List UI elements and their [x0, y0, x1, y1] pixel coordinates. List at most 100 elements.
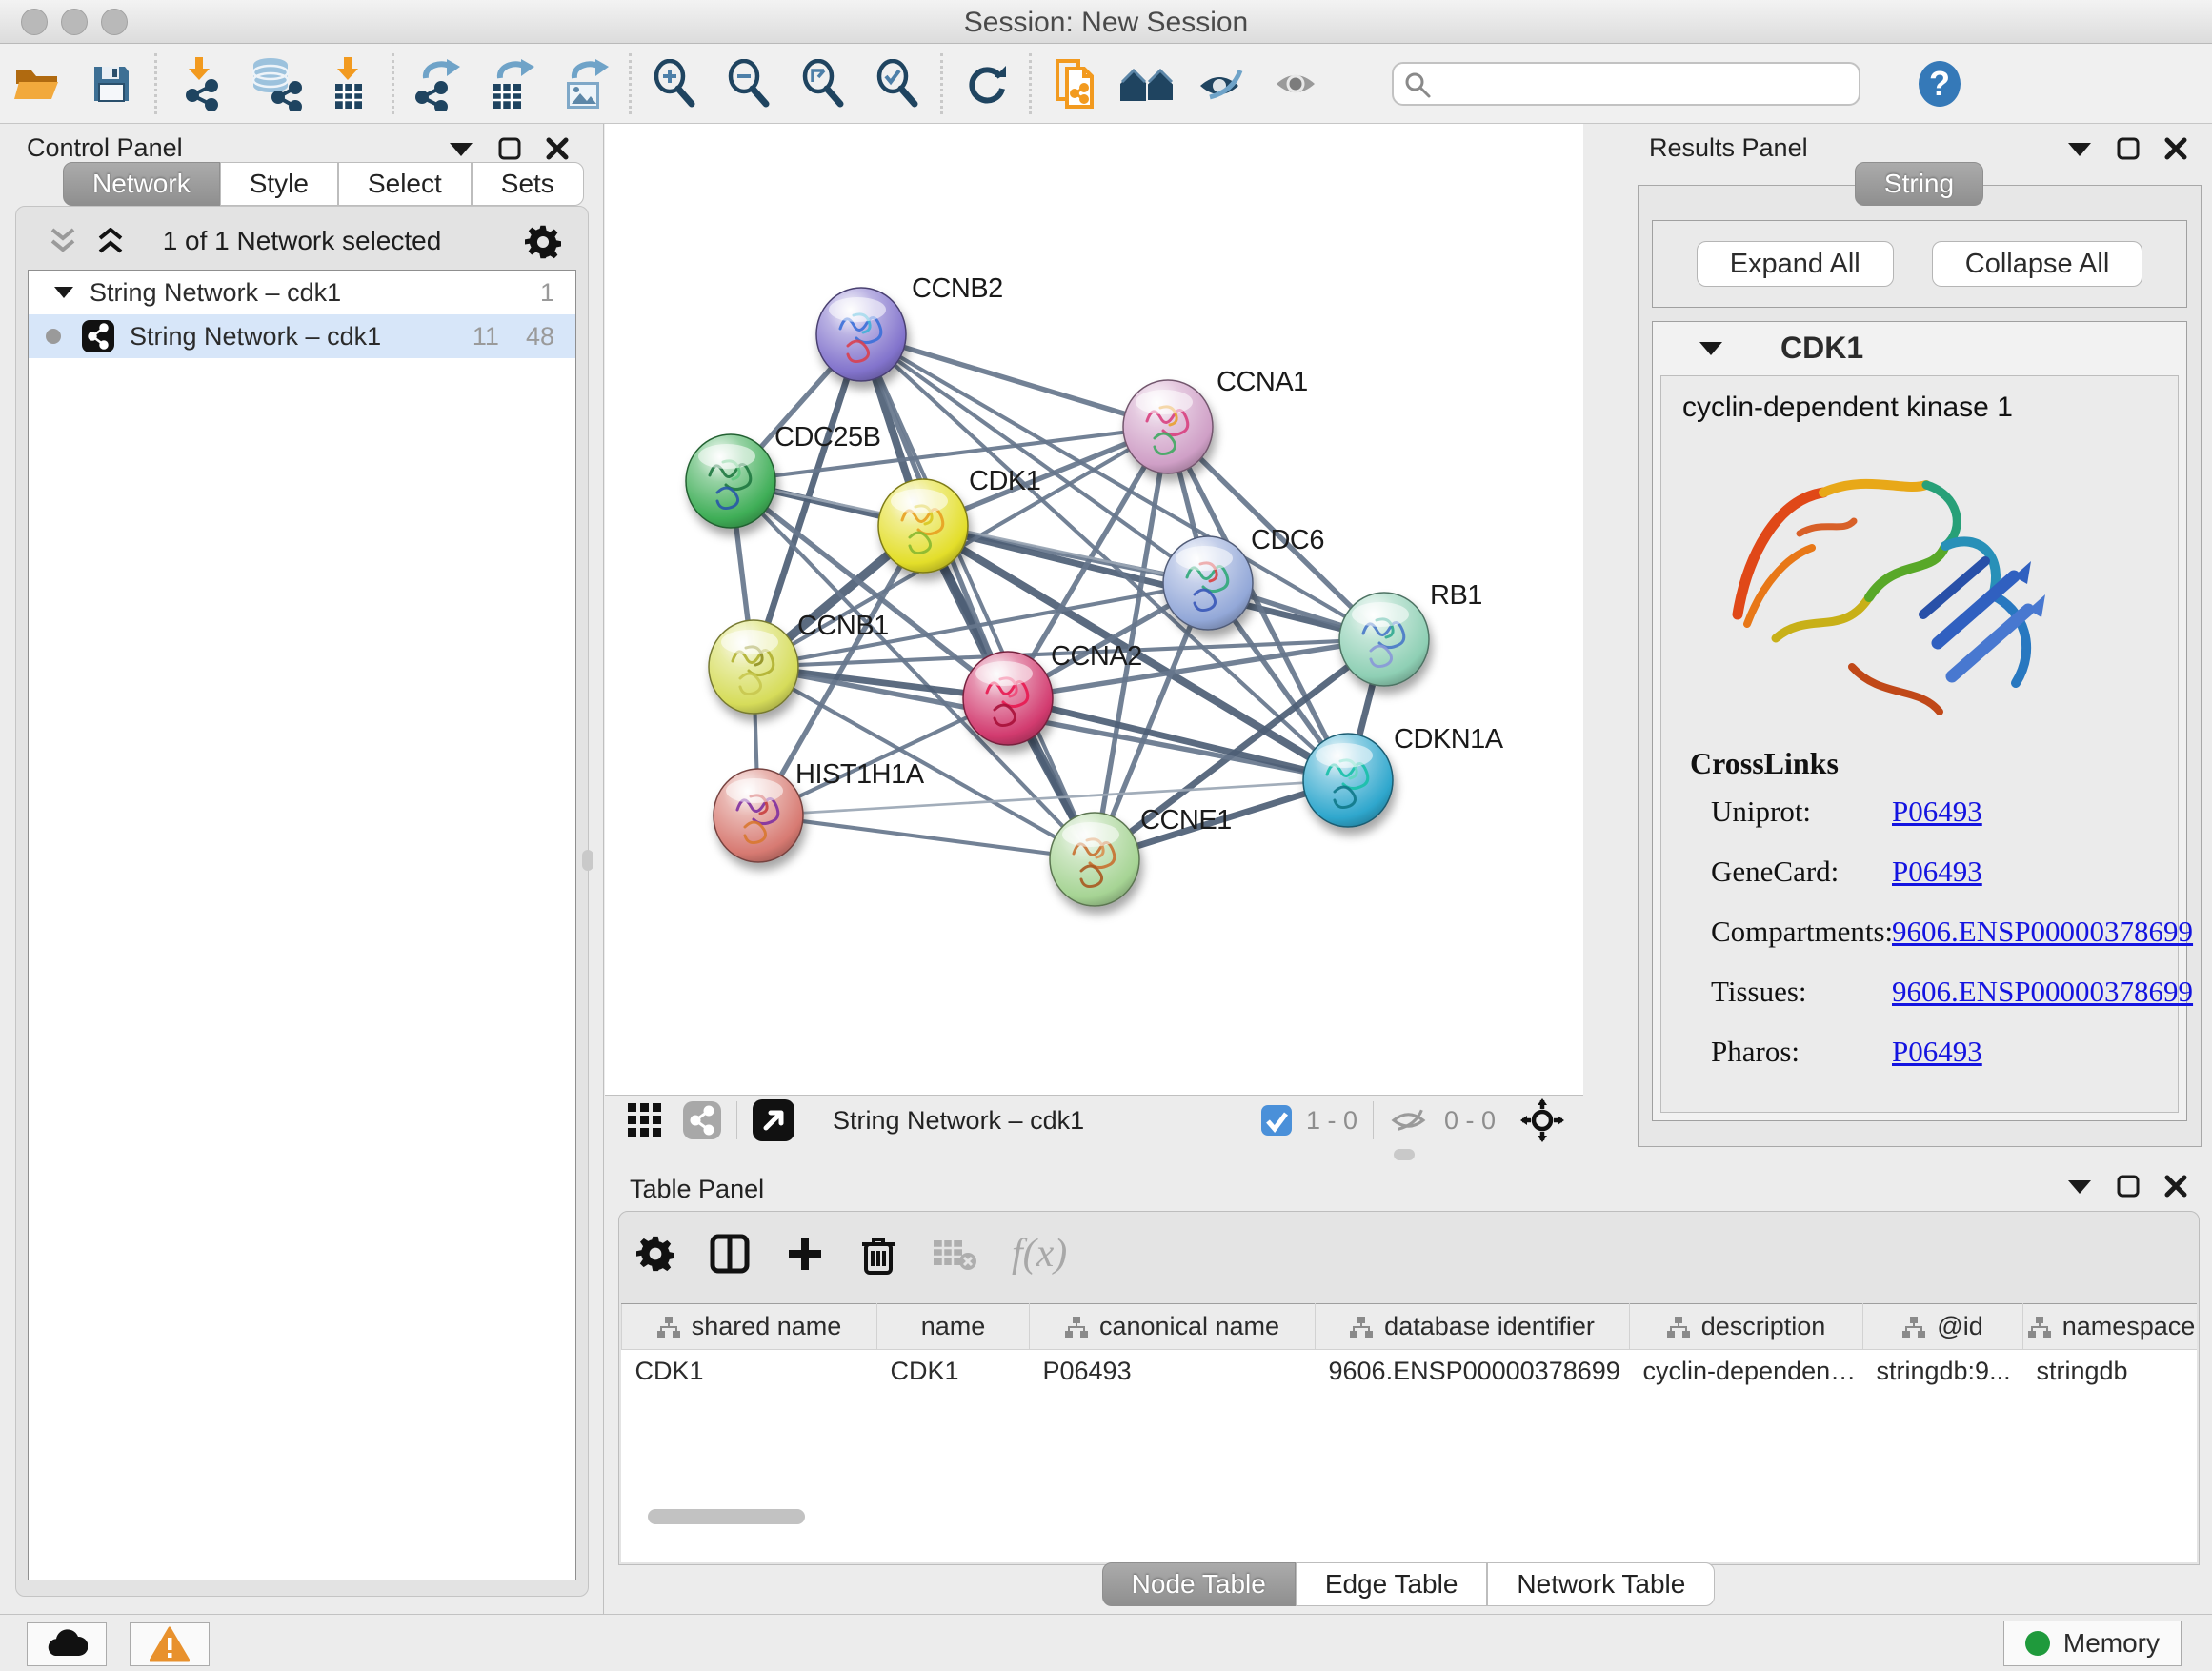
column-header-description[interactable]: description — [1630, 1304, 1863, 1350]
node-CCNB1[interactable] — [709, 620, 798, 714]
node-CDC25B[interactable] — [686, 434, 775, 528]
network-graph[interactable]: CCNB2CCNA1CDC25BCDK1CDC6RB1CCNB1CCNA2CDK… — [605, 124, 1583, 1095]
table-options-gear-icon[interactable] — [636, 1235, 674, 1273]
panel-close-icon[interactable] — [546, 137, 569, 160]
tab-network[interactable]: Network — [63, 162, 220, 206]
panel-close-icon[interactable] — [2164, 137, 2187, 160]
table-cell[interactable]: CDK1 — [622, 1350, 877, 1394]
canvas-results-splitter[interactable] — [1583, 124, 1626, 1145]
column-header-namespace[interactable]: namespace — [2023, 1304, 2198, 1350]
delete-column-icon[interactable] — [859, 1233, 897, 1275]
help-button[interactable]: ? — [1902, 50, 1977, 117]
column-header-shared-name[interactable]: shared name — [622, 1304, 877, 1350]
edge-HIST1H1A-CCNE1[interactable] — [758, 815, 1095, 859]
show-columns-icon[interactable] — [709, 1233, 751, 1275]
refresh-button[interactable] — [949, 50, 1023, 117]
panel-maximize-icon[interactable] — [498, 137, 521, 160]
import-network-from-database-button[interactable] — [237, 50, 312, 117]
panel-float-icon[interactable] — [2067, 140, 2092, 157]
tab-select[interactable]: Select — [338, 162, 472, 206]
gear-icon[interactable] — [525, 224, 561, 260]
create-column-icon[interactable] — [785, 1234, 825, 1274]
tab-style[interactable]: Style — [220, 162, 338, 206]
table-cell[interactable]: stringdb:9... — [1863, 1350, 2023, 1394]
table-cell[interactable]: cyclin-dependent ... — [1630, 1350, 1863, 1394]
import-network-button[interactable] — [163, 50, 237, 117]
node-result-header[interactable]: CDK1 — [1653, 322, 2186, 373]
node-CDC6[interactable] — [1163, 536, 1253, 630]
import-table-button[interactable] — [312, 50, 386, 117]
tab-network-table[interactable]: Network Table — [1487, 1562, 1715, 1606]
table-cell[interactable]: 9606.ENSP00000378699 — [1316, 1350, 1630, 1394]
crosslink-link[interactable]: P06493 — [1892, 1035, 1982, 1069]
column-label: @id — [1937, 1312, 1982, 1341]
node-CDKN1A[interactable] — [1303, 734, 1393, 827]
show-all-button[interactable] — [1260, 50, 1335, 117]
export-table-button[interactable] — [474, 50, 549, 117]
scrollbar-thumb[interactable] — [648, 1509, 805, 1524]
open-session-button[interactable] — [0, 50, 74, 117]
warnings-button[interactable] — [130, 1622, 210, 1666]
tab-node-table[interactable]: Node Table — [1102, 1562, 1296, 1606]
crosslink-link[interactable]: 9606.ENSP00000378699 — [1892, 915, 2193, 949]
node-CCNB2[interactable] — [816, 288, 906, 381]
table-panel-tabs: Node TableEdge TableNetwork Table — [605, 1562, 2212, 1606]
zoom-out-button[interactable] — [712, 50, 786, 117]
zoom-fit-button[interactable] — [786, 50, 860, 117]
birds-eye-toggle-icon[interactable] — [753, 1099, 794, 1141]
first-neighbors-button[interactable] — [1112, 50, 1186, 117]
tab-string[interactable]: String — [1855, 162, 1983, 206]
table-cell[interactable]: P06493 — [1030, 1350, 1316, 1394]
column-header-@id[interactable]: @id — [1863, 1304, 2023, 1350]
selected-checkbox-icon[interactable] — [1260, 1104, 1293, 1137]
panel-maximize-icon[interactable] — [2117, 1175, 2140, 1198]
node-CCNE1[interactable] — [1050, 813, 1139, 906]
crosslink-link[interactable]: P06493 — [1892, 795, 1982, 829]
tab-edge-table[interactable]: Edge Table — [1296, 1562, 1488, 1606]
zoom-in-button[interactable] — [637, 50, 712, 117]
node-CCNA2[interactable] — [963, 652, 1053, 745]
column-header-database-identifier[interactable]: database identifier — [1316, 1304, 1630, 1350]
panel-float-icon[interactable] — [2067, 1178, 2092, 1195]
panel-close-icon[interactable] — [2164, 1175, 2187, 1198]
duplicate-network-button[interactable] — [1037, 50, 1112, 117]
expand-all-button[interactable]: Expand All — [1697, 241, 1894, 287]
tree-expand-icon[interactable] — [53, 285, 74, 300]
cloud-status-button[interactable] — [27, 1622, 107, 1666]
table-cell[interactable]: stringdb — [2023, 1350, 2198, 1394]
node-CCNA1[interactable] — [1123, 380, 1213, 473]
search-input[interactable] — [1392, 62, 1860, 106]
grid-view-icon[interactable] — [626, 1101, 664, 1139]
network-tree-row-selected[interactable]: String Network – cdk1 11 48 — [29, 314, 575, 358]
node-CDK1[interactable] — [878, 479, 968, 573]
network-view-mode-icon[interactable] — [683, 1101, 721, 1139]
export-network-button[interactable] — [400, 50, 474, 117]
edge-CCNB2-CCNA1[interactable] — [861, 334, 1168, 427]
crosslink-link[interactable]: P06493 — [1892, 855, 1982, 889]
save-session-button[interactable] — [74, 50, 149, 117]
network-tree-root-row[interactable]: String Network – cdk1 1 — [29, 271, 575, 314]
collapse-all-button[interactable]: Collapse All — [1932, 241, 2143, 287]
table-cell[interactable]: CDK1 — [877, 1350, 1030, 1394]
memory-button[interactable]: Memory — [2003, 1621, 2182, 1666]
table-row[interactable]: CDK1CDK1P064939606.ENSP00000378699cyclin… — [622, 1350, 2198, 1394]
horizontal-splitter-handle[interactable] — [1394, 1149, 1415, 1160]
hide-selected-button[interactable] — [1186, 50, 1260, 117]
zoom-selected-button[interactable] — [860, 50, 935, 117]
export-image-button[interactable] — [549, 50, 623, 117]
node-RB1[interactable] — [1339, 593, 1429, 686]
column-header-name[interactable]: name — [877, 1304, 1030, 1350]
pan-crosshair-icon[interactable] — [1520, 1098, 1564, 1142]
panel-maximize-icon[interactable] — [2117, 137, 2140, 160]
node-HIST1H1A[interactable] — [714, 769, 803, 862]
control-panel-tabs: NetworkStyleSelectSets — [63, 162, 584, 206]
tab-sets[interactable]: Sets — [472, 162, 584, 206]
network-view-canvas[interactable]: CCNB2CCNA1CDC25BCDK1CDC6RB1CCNB1CCNA2CDK… — [605, 124, 1583, 1095]
panel-float-icon[interactable] — [449, 140, 473, 157]
crosslink-link[interactable]: 9606.ENSP00000378699 — [1892, 975, 2193, 1009]
left-splitter-handle[interactable] — [582, 850, 593, 871]
collapse-entry-icon[interactable] — [1699, 339, 1723, 356]
column-header-canonical-name[interactable]: canonical name — [1030, 1304, 1316, 1350]
column-type-icon — [1065, 1317, 1088, 1338]
table-horizontal-scrollbar[interactable] — [634, 1509, 2206, 1526]
